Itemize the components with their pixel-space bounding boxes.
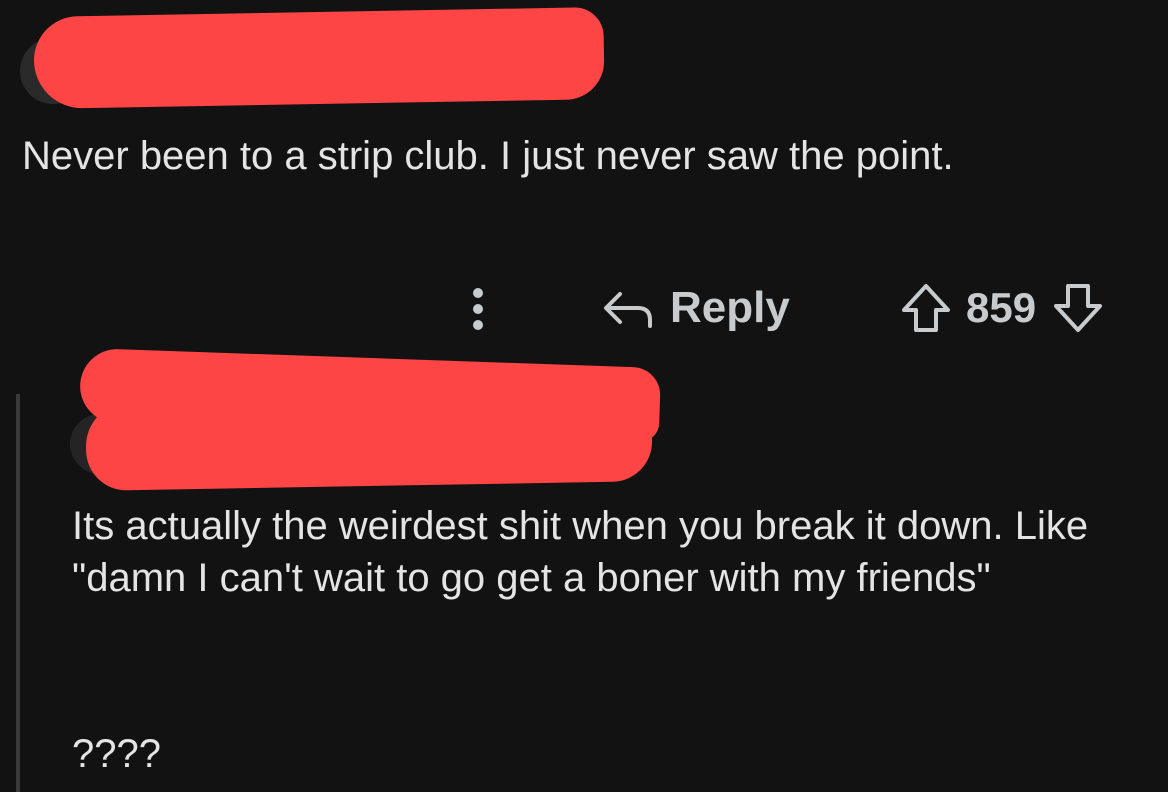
vote-score: 859 [966,284,1037,331]
reply-button[interactable]: Reply [600,278,790,338]
reply-arrow-icon [600,286,652,330]
comment-body: Never been to a strip club. I just never… [22,134,954,178]
more-vertical-icon[interactable] [458,284,498,334]
downvote-arrow-icon[interactable] [1052,282,1104,334]
upvote-arrow-icon[interactable] [900,282,952,334]
reply-label: Reply [670,283,790,332]
comment-action-bar: Reply 859 [0,278,1168,338]
comment-extra-line: ???? [72,732,161,776]
thread-line[interactable] [16,394,20,792]
comment-body: Its actually the weirdest shit when you … [72,504,1100,600]
vote-controls: 859 [900,278,1104,338]
redacted-username [33,7,605,109]
redacted-username [85,393,653,491]
